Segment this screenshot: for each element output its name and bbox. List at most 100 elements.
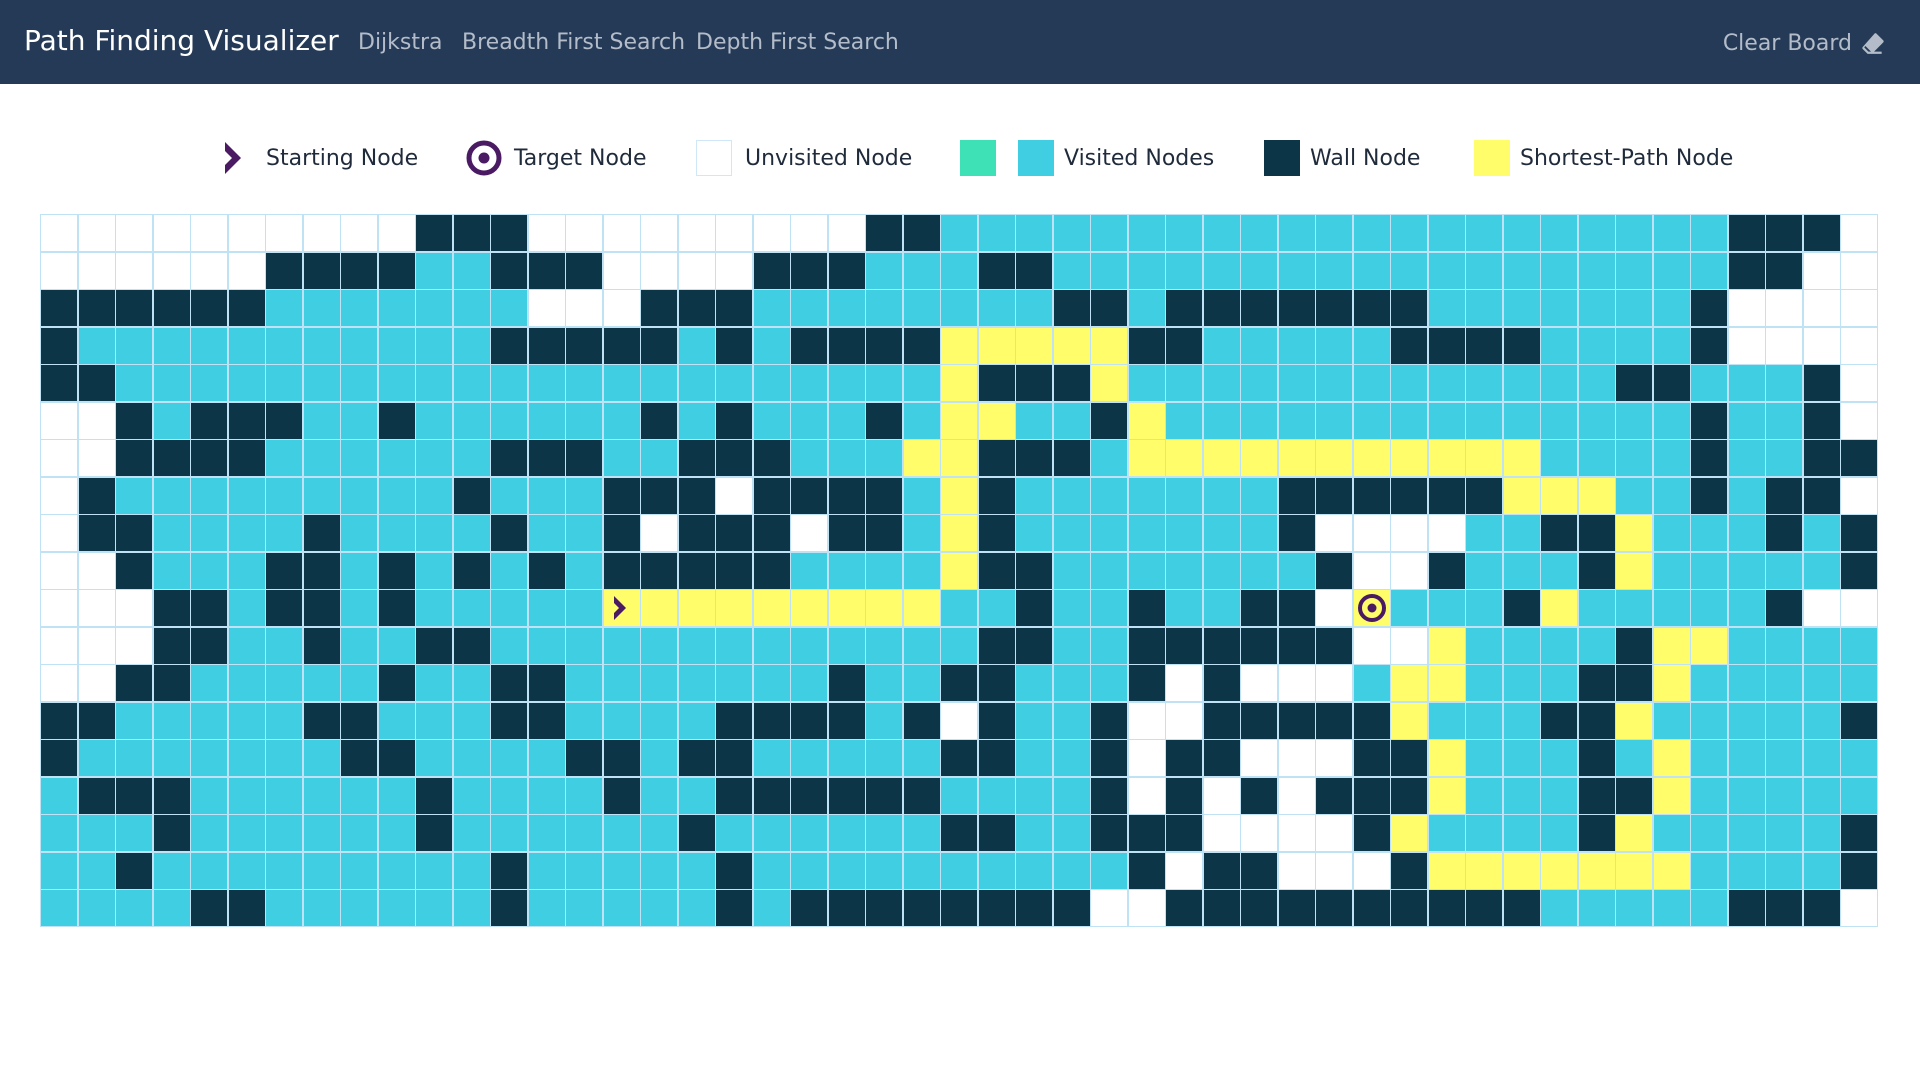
wall-node[interactable] — [678, 552, 715, 589]
visited-node[interactable] — [266, 327, 302, 364]
path-node[interactable] — [1466, 852, 1502, 889]
path-node[interactable] — [1541, 477, 1577, 514]
wall-node[interactable] — [716, 852, 752, 889]
wall-node[interactable] — [303, 515, 340, 551]
wall-node[interactable] — [1241, 890, 1277, 926]
wall-node[interactable] — [266, 552, 302, 589]
path-node[interactable] — [1616, 852, 1652, 889]
visited-node[interactable] — [1541, 740, 1577, 776]
visited-node[interactable] — [1616, 440, 1652, 476]
wall-node[interactable] — [341, 252, 377, 289]
unvisited-node[interactable] — [378, 215, 415, 251]
path-node[interactable] — [1428, 627, 1465, 664]
wall-node[interactable] — [566, 252, 602, 289]
wall-node[interactable] — [978, 365, 1015, 401]
visited-node[interactable] — [678, 702, 715, 739]
visited-node[interactable] — [1653, 402, 1690, 439]
visited-node[interactable] — [491, 402, 527, 439]
visited-node[interactable] — [1466, 702, 1502, 739]
visited-node[interactable] — [1053, 552, 1090, 589]
visited-node[interactable] — [1766, 665, 1802, 701]
wall-node[interactable] — [941, 665, 977, 701]
wall-node[interactable] — [828, 477, 865, 514]
path-node[interactable] — [1503, 440, 1540, 476]
unvisited-node[interactable] — [566, 215, 602, 251]
wall-node[interactable] — [978, 890, 1015, 926]
visited-node[interactable] — [378, 290, 415, 326]
wall-node[interactable] — [116, 440, 152, 476]
visited-node[interactable] — [1128, 477, 1165, 514]
wall-node[interactable] — [1091, 740, 1127, 776]
path-node[interactable] — [1503, 852, 1540, 889]
visited-node[interactable] — [1503, 627, 1540, 664]
path-node[interactable] — [791, 590, 827, 626]
wall-node[interactable] — [1766, 252, 1802, 289]
visited-node[interactable] — [416, 890, 452, 926]
wall-node[interactable] — [1016, 365, 1052, 401]
wall-node[interactable] — [603, 327, 640, 364]
wall-node[interactable] — [1391, 890, 1427, 926]
wall-node[interactable] — [903, 327, 940, 364]
wall-node[interactable] — [1316, 477, 1352, 514]
path-node[interactable] — [1616, 702, 1652, 739]
visited-node[interactable] — [1578, 590, 1615, 626]
visited-node[interactable] — [866, 740, 902, 776]
visited-node[interactable] — [941, 627, 977, 664]
unvisited-node[interactable] — [716, 215, 752, 251]
visited-node[interactable] — [228, 365, 265, 401]
wall-node[interactable] — [528, 440, 565, 476]
visited-node[interactable] — [1241, 365, 1277, 401]
wall-node[interactable] — [78, 365, 115, 401]
visited-node[interactable] — [641, 440, 677, 476]
wall-node[interactable] — [978, 552, 1015, 589]
unvisited-node[interactable] — [1841, 252, 1877, 289]
visited-node[interactable] — [1691, 515, 1727, 551]
visited-node[interactable] — [453, 740, 490, 776]
visited-node[interactable] — [903, 552, 940, 589]
visited-node[interactable] — [1653, 890, 1690, 926]
visited-node[interactable] — [866, 440, 902, 476]
visited-node[interactable] — [378, 365, 415, 401]
unvisited-node[interactable] — [1203, 777, 1240, 814]
visited-node[interactable] — [603, 627, 640, 664]
visited-node[interactable] — [1053, 702, 1090, 739]
unvisited-node[interactable] — [528, 215, 565, 251]
visited-node[interactable] — [791, 852, 827, 889]
wall-node[interactable] — [791, 327, 827, 364]
visited-node[interactable] — [378, 627, 415, 664]
visited-node[interactable] — [228, 665, 265, 701]
unvisited-node[interactable] — [603, 290, 640, 326]
visited-node[interactable] — [416, 665, 452, 701]
visited-node[interactable] — [1653, 477, 1690, 514]
wall-node[interactable] — [1203, 740, 1240, 776]
wall-node[interactable] — [1691, 402, 1727, 439]
unvisited-node[interactable] — [78, 627, 115, 664]
wall-node[interactable] — [941, 740, 977, 776]
unvisited-node[interactable] — [716, 477, 752, 514]
visited-node[interactable] — [378, 702, 415, 739]
visited-node[interactable] — [1016, 815, 1052, 851]
visited-node[interactable] — [603, 852, 640, 889]
visited-node[interactable] — [303, 327, 340, 364]
wall-node[interactable] — [1316, 777, 1352, 814]
visited-node[interactable] — [678, 402, 715, 439]
unvisited-node[interactable] — [191, 215, 227, 251]
unvisited-node[interactable] — [78, 665, 115, 701]
wall-node[interactable] — [866, 327, 902, 364]
unvisited-node[interactable] — [791, 515, 827, 551]
visited-node[interactable] — [228, 852, 265, 889]
path-node[interactable] — [753, 590, 790, 626]
unvisited-node[interactable] — [41, 552, 77, 589]
unvisited-node[interactable] — [1841, 290, 1877, 326]
unvisited-node[interactable] — [716, 252, 752, 289]
unvisited-node[interactable] — [1241, 665, 1277, 701]
wall-node[interactable] — [1578, 815, 1615, 851]
visited-node[interactable] — [566, 890, 602, 926]
visited-node[interactable] — [1428, 215, 1465, 251]
visited-node[interactable] — [228, 815, 265, 851]
visited-node[interactable] — [341, 290, 377, 326]
visited-node[interactable] — [1278, 327, 1315, 364]
wall-node[interactable] — [78, 702, 115, 739]
visited-node[interactable] — [228, 515, 265, 551]
unvisited-node[interactable] — [1128, 890, 1165, 926]
